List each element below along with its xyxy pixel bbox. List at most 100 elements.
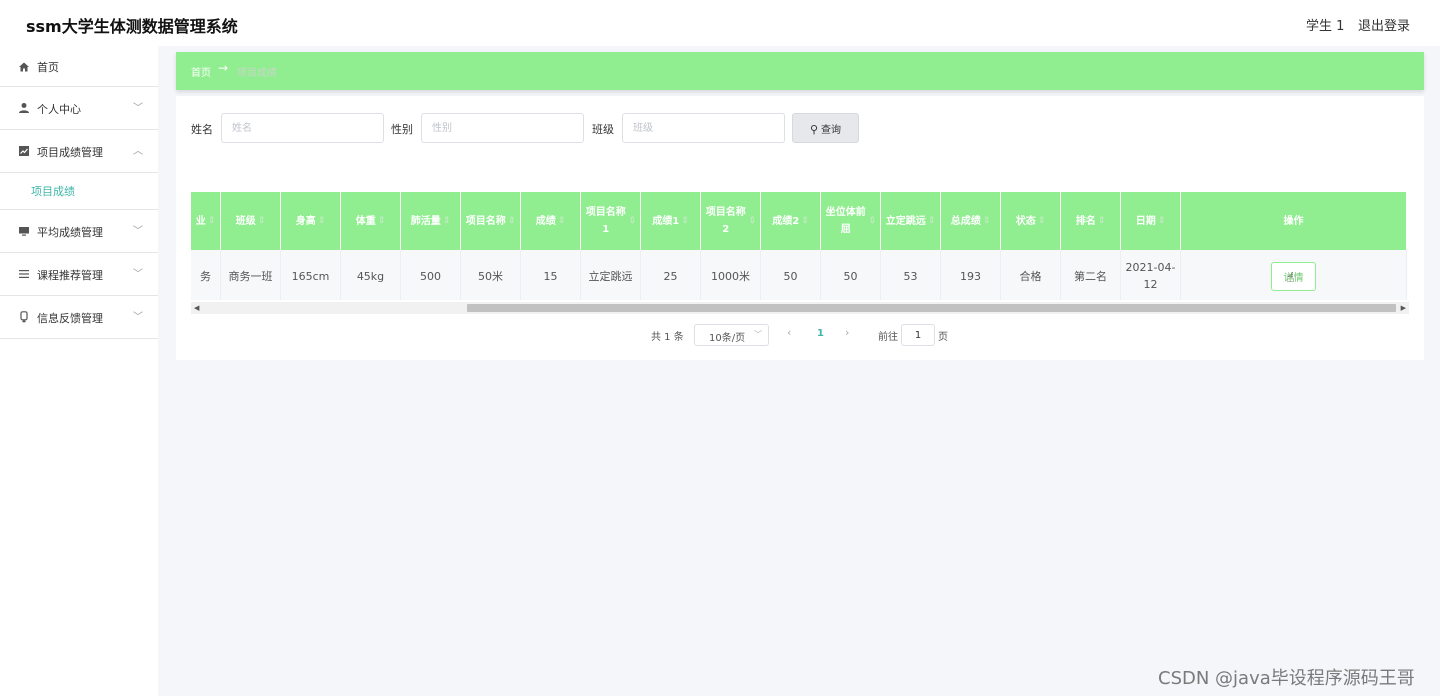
table-cell: 193 (941, 250, 1001, 300)
pagination-total: 共 1 条 (651, 332, 684, 343)
table-cell-value: 500 (420, 269, 441, 283)
column-header[interactable]: 项目名称2 ⇕ (701, 192, 761, 250)
sort-icon[interactable]: ⇕ (681, 213, 689, 230)
column-header[interactable]: 身高 ⇕ (281, 192, 341, 250)
arrow-right-icon: → (218, 61, 229, 75)
scroll-right-icon[interactable]: ▶ (1401, 302, 1406, 314)
column-header[interactable]: 排名 ⇕ (1061, 192, 1121, 250)
table-cell: 务 (191, 250, 221, 300)
table-cell-value: 1000米 (711, 269, 750, 283)
column-header[interactable]: 日期 ⇕ (1121, 192, 1181, 250)
sort-icon[interactable]: ⇕ (378, 213, 386, 230)
column-header[interactable]: 项目名称1 ⇕ (581, 192, 641, 250)
table-cell-value: 立定跳远 (588, 269, 633, 283)
sort-icon[interactable]: ⇕ (801, 213, 809, 230)
column-header[interactable]: 立定跳远 ⇕ (881, 192, 941, 250)
sort-icon[interactable]: ⇕ (318, 213, 326, 230)
table-cell-value: 合格 (1019, 269, 1042, 283)
column-header[interactable]: 项目名称 ⇕ (461, 192, 521, 250)
chart-icon (18, 145, 30, 157)
column-header-label: 成绩1 (652, 215, 680, 227)
column-header[interactable]: 业 ⇕ (191, 192, 221, 250)
sort-icon[interactable]: ⇕ (1038, 213, 1046, 230)
column-header[interactable]: 总成绩 ⇕ (941, 192, 1001, 250)
next-page-icon[interactable]: › (845, 326, 849, 339)
table-cell: 立定跳远 (581, 250, 641, 300)
column-header[interactable]: 坐位体前屈 ⇕ (821, 192, 881, 250)
sidebar-item-feedback-mgmt[interactable]: 信息反馈管理 ﹀ (0, 296, 158, 339)
table-cell-value: 50 (843, 269, 858, 283)
table-cell: 45kg (341, 250, 401, 300)
column-header[interactable]: 成绩 ⇕ (521, 192, 581, 250)
sort-icon[interactable]: ⇕ (748, 213, 756, 230)
column-header-label: 日期 (1135, 215, 1156, 227)
search-button[interactable]: ⚲ 查询 (792, 113, 859, 143)
table-cell: 商务一班 (221, 250, 281, 300)
user-icon (18, 102, 30, 114)
sort-icon[interactable]: ⇕ (928, 213, 936, 230)
page-number-current[interactable]: 1 (817, 328, 824, 339)
name-filter-input[interactable] (221, 113, 384, 143)
column-header-label: 项目名称 (465, 215, 506, 227)
table-cell: 第二名 (1061, 250, 1121, 300)
column-header-label: 项目名称1 (585, 207, 626, 235)
chevron-down-icon: ﹀ (133, 269, 143, 280)
scrollbar-thumb[interactable] (467, 304, 1396, 312)
sidebar-item-label: 平均成绩管理 (37, 226, 103, 239)
sort-icon[interactable]: ⇕ (558, 213, 566, 230)
sidebar-item-average-scores-mgmt[interactable]: 平均成绩管理 ﹀ (0, 210, 158, 253)
breadcrumb-current: 项目成绩 (237, 68, 277, 79)
sidebar-item-course-recommend-mgmt[interactable]: 课程推荐管理 ﹀ (0, 253, 158, 296)
sidebar-item-label: 个人中心 (37, 103, 81, 116)
gender-filter-input[interactable] (421, 113, 584, 143)
sort-icon[interactable]: ⇕ (983, 213, 991, 230)
sort-icon[interactable]: ⇕ (868, 213, 876, 230)
breadcrumb-home-link[interactable]: 首页 (191, 64, 211, 79)
scroll-left-icon[interactable]: ◀ (194, 302, 199, 314)
sort-icon[interactable]: ⇕ (258, 213, 266, 230)
goto-page-input[interactable] (901, 324, 935, 346)
prev-page-icon[interactable]: ‹ (787, 326, 791, 339)
table-cell: 50 (761, 250, 821, 300)
sidebar-item-label: 首页 (37, 61, 59, 74)
logout-link[interactable]: 退出登录 (1358, 15, 1410, 34)
horizontal-scrollbar[interactable]: ◀ ▶ (191, 302, 1409, 314)
sort-icon[interactable]: ⇕ (1098, 213, 1106, 230)
column-header[interactable]: 肺活量 ⇕ (401, 192, 461, 250)
gender-filter-label: 性别 (391, 123, 413, 136)
sort-icon[interactable]: ⇕ (1158, 213, 1166, 230)
sort-icon[interactable]: ⇕ (628, 213, 636, 230)
sort-icon[interactable]: ⇕ (208, 213, 216, 230)
column-header[interactable]: 成绩1 ⇕ (641, 192, 701, 250)
table-cell: 165cm (281, 250, 341, 300)
sort-icon[interactable]: ⇕ (508, 213, 516, 230)
sidebar-item-project-scores-mgmt[interactable]: 项目成绩管理 ︿ (0, 130, 158, 173)
app-title: ssm大学生体测数据管理系统 (26, 17, 238, 36)
class-filter-input[interactable] (622, 113, 785, 143)
column-header[interactable]: 状态 ⇕ (1001, 192, 1061, 250)
sidebar-item-label: 项目成绩管理 (37, 146, 103, 159)
table-header: 业 ⇕ 班级 ⇕ 身高 ⇕ 体重 ⇕ 肺活量 ⇕ 项目名称 ⇕ 成绩 ⇕ 项目名称1 ⇕ 成绩1 ⇕ 项目名称2 ⇕ 成… (191, 192, 1407, 250)
goto-label: 前往 (878, 332, 898, 343)
current-user[interactable]: 学生 1 (1306, 15, 1344, 34)
sidebar-subitem-project-scores[interactable]: 项目成绩 (0, 173, 158, 210)
column-header-label: 成绩 (535, 215, 556, 227)
class-filter-label: 班级 (592, 123, 614, 136)
column-header[interactable]: 体重 ⇕ (341, 192, 401, 250)
column-header[interactable]: 班级 ⇕ (221, 192, 281, 250)
sidebar-item-home[interactable]: 首页 (0, 46, 158, 87)
page-size-value: 10条/页 (709, 333, 746, 344)
column-header[interactable]: 成绩2 ⇕ (761, 192, 821, 250)
chevron-up-icon: ︿ (133, 146, 143, 157)
sidebar-item-profile[interactable]: 个人中心 ﹀ (0, 87, 158, 130)
name-filter-label: 姓名 (191, 123, 213, 136)
chevron-down-icon: ﹀ (133, 226, 143, 237)
sort-icon[interactable]: ⇕ (443, 213, 451, 230)
table-cell-value: 务 (200, 269, 211, 283)
table-cell-value: 50米 (478, 269, 503, 283)
table-cell: 15 (521, 250, 581, 300)
chevron-down-icon: ﹀ (133, 312, 143, 323)
column-header-label: 立定跳远 (885, 215, 926, 227)
page-size-select[interactable]: 10条/页 ﹀ (694, 324, 769, 346)
column-header-label: 操作 (1283, 215, 1304, 227)
